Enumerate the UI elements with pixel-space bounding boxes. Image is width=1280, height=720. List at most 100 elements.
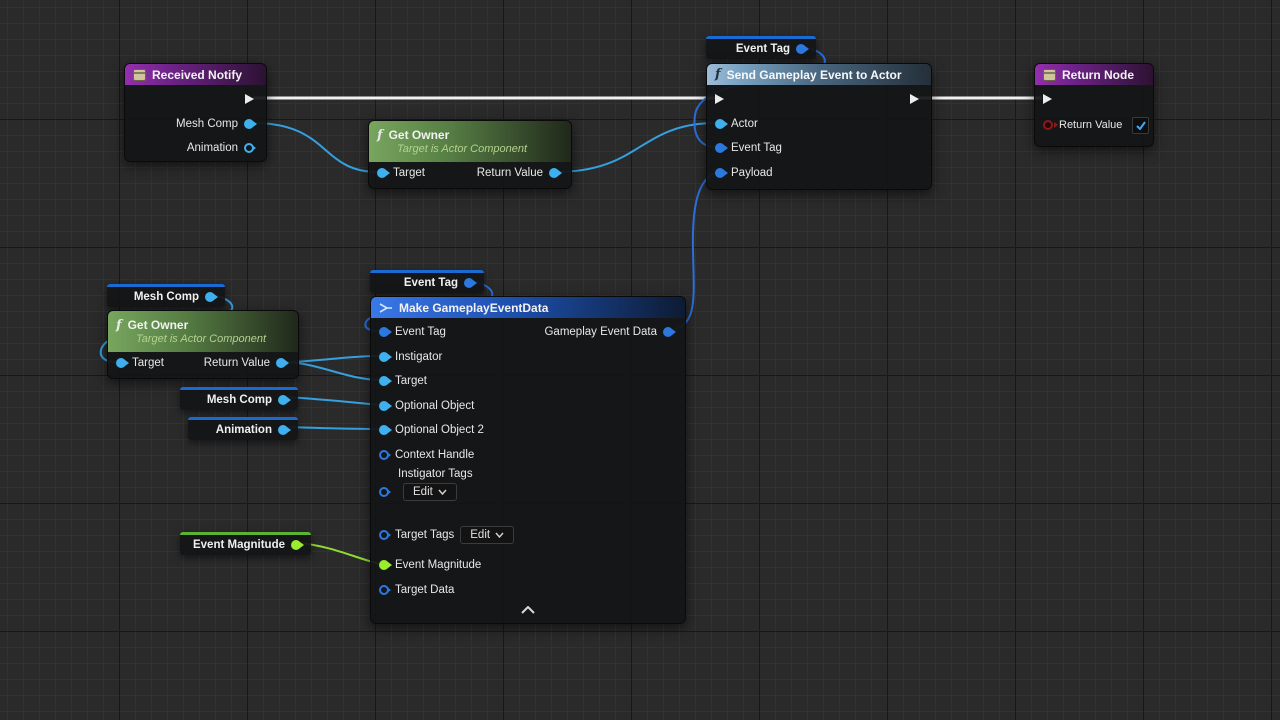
node-title: Send Gameplay Event to Actor bbox=[727, 68, 902, 82]
make-gameplay-event-data-header[interactable]: Make GameplayEventData bbox=[371, 297, 685, 318]
target-in-row: Target bbox=[379, 370, 427, 392]
pin-label: Target Tags bbox=[395, 529, 454, 541]
pin-label: Return Value bbox=[1059, 119, 1122, 131]
mesh-comp-getter-2[interactable]: Mesh Comp bbox=[180, 387, 298, 410]
target-pin[interactable] bbox=[116, 358, 126, 368]
function-icon: f bbox=[715, 68, 721, 81]
return-value-bool-pin[interactable] bbox=[1043, 120, 1053, 130]
target-pin[interactable] bbox=[379, 376, 389, 386]
event-tag-pin[interactable] bbox=[379, 327, 389, 337]
node-subtitle: Target is Actor Component bbox=[116, 333, 266, 345]
variable-label: Animation bbox=[216, 424, 272, 436]
target-data-pin[interactable] bbox=[379, 585, 389, 595]
node-title: Make GameplayEventData bbox=[399, 301, 548, 315]
node-subtitle: Target is Actor Component bbox=[377, 143, 527, 155]
return-value-pin[interactable] bbox=[549, 168, 559, 178]
animation-getter[interactable]: Animation bbox=[188, 417, 298, 440]
mesh-comp-pin[interactable] bbox=[244, 119, 254, 129]
optional-object-2-pin[interactable] bbox=[379, 425, 389, 435]
node-title: Get Owner bbox=[389, 128, 450, 142]
mesh-comp-out-row: Mesh Comp bbox=[176, 113, 254, 135]
target-tags-pin[interactable] bbox=[379, 530, 389, 540]
blueprint-graph-canvas[interactable]: Received Notify Mesh Comp Animation f Ge… bbox=[0, 0, 1280, 720]
node-title: Get Owner bbox=[128, 318, 189, 332]
context-handle-pin[interactable] bbox=[379, 450, 389, 460]
return-value-row: Return Value bbox=[1043, 114, 1149, 136]
edit-label: Edit bbox=[413, 486, 433, 498]
exec-in-row bbox=[1043, 88, 1052, 110]
mesh-comp-getter-1[interactable]: Mesh Comp bbox=[107, 284, 225, 307]
get-owner-left-node[interactable]: f Get Owner Target is Actor Component Ta… bbox=[107, 310, 299, 379]
pin-label: Target Data bbox=[395, 584, 454, 596]
event-magnitude-pin[interactable] bbox=[379, 560, 389, 570]
check-icon bbox=[1136, 121, 1146, 130]
received-notify-header[interactable]: Received Notify bbox=[125, 64, 266, 85]
node-title: Received Notify bbox=[152, 68, 242, 82]
variable-label: Mesh Comp bbox=[207, 394, 272, 406]
chevron-down-icon bbox=[438, 489, 447, 495]
actor-pin[interactable] bbox=[715, 119, 725, 129]
make-gameplay-event-data-node[interactable]: Make GameplayEventData Event Tag Gamepla… bbox=[370, 296, 686, 624]
send-gameplay-event-header[interactable]: f Send Gameplay Event to Actor bbox=[707, 64, 931, 85]
event-tag-in-row: Event Tag bbox=[715, 137, 782, 159]
wire-meshcomp-to-getowner-target bbox=[253, 123, 378, 172]
instigator-tags-pin[interactable] bbox=[379, 487, 389, 497]
instigator-in-row: Instigator bbox=[379, 346, 442, 368]
pin-label: Mesh Comp bbox=[176, 118, 238, 130]
return-node-header[interactable]: Return Node bbox=[1035, 64, 1153, 85]
chevron-down-icon bbox=[495, 532, 504, 538]
exec-out-pin[interactable] bbox=[245, 94, 254, 104]
animation-pin[interactable] bbox=[244, 143, 254, 153]
collapse-node-button[interactable] bbox=[521, 601, 535, 619]
variable-label: Event Tag bbox=[736, 43, 790, 55]
payload-pin[interactable] bbox=[715, 168, 725, 178]
get-owner-top-node[interactable]: f Get Owner Target is Actor Component Ta… bbox=[368, 120, 572, 189]
get-owner-top-header[interactable]: f Get Owner Target is Actor Component bbox=[369, 121, 571, 162]
return-value-pin[interactable] bbox=[276, 358, 286, 368]
pin-label: Return Value bbox=[477, 167, 543, 179]
event-box-icon bbox=[1043, 69, 1056, 81]
return-value-checkbox[interactable] bbox=[1132, 117, 1149, 134]
mesh-comp-out-pin[interactable] bbox=[205, 292, 215, 302]
send-gameplay-event-node[interactable]: f Send Gameplay Event to Actor Actor Eve… bbox=[706, 63, 932, 190]
event-magnitude-getter[interactable]: Event Magnitude bbox=[180, 532, 311, 555]
target-tags-edit-button[interactable]: Edit bbox=[460, 526, 514, 544]
event-tag-out-pin[interactable] bbox=[464, 278, 474, 288]
event-magnitude-in-row: Event Magnitude bbox=[379, 554, 481, 576]
wire-returnvalue-to-instigator bbox=[288, 356, 380, 362]
target-pin[interactable] bbox=[377, 168, 387, 178]
received-notify-node[interactable]: Received Notify Mesh Comp Animation bbox=[124, 63, 267, 162]
event-tag-pin[interactable] bbox=[715, 143, 725, 153]
variable-label: Event Magnitude bbox=[193, 539, 285, 551]
gameplay-event-data-pin[interactable] bbox=[663, 327, 673, 337]
event-tag-in-row: Event Tag bbox=[379, 321, 446, 343]
get-owner-left-header[interactable]: f Get Owner Target is Actor Component bbox=[108, 311, 298, 352]
event-magnitude-out-pin[interactable] bbox=[291, 540, 301, 550]
wire-eventmagnitude bbox=[300, 543, 380, 564]
target-in-row: Target bbox=[377, 162, 425, 184]
event-tag-out-pin[interactable] bbox=[796, 44, 806, 54]
instigator-tags-edit-button[interactable]: Edit bbox=[403, 483, 457, 501]
payload-in-row: Payload bbox=[715, 162, 773, 184]
pin-label: Event Magnitude bbox=[395, 559, 481, 571]
exec-in-pin[interactable] bbox=[1043, 94, 1052, 104]
exec-out-pin[interactable] bbox=[910, 94, 919, 104]
animation-out-pin[interactable] bbox=[278, 425, 288, 435]
event-tag-getter-mid[interactable]: Event Tag bbox=[370, 270, 484, 293]
pin-label: Target bbox=[395, 375, 427, 387]
return-value-row: Return Value bbox=[477, 162, 559, 184]
exec-in-pin[interactable] bbox=[715, 94, 724, 104]
animation-out-row: Animation bbox=[187, 137, 254, 159]
mesh-comp-out-pin[interactable] bbox=[278, 395, 288, 405]
pin-label: Animation bbox=[187, 142, 238, 154]
pin-label: Return Value bbox=[204, 357, 270, 369]
instigator-tags-in-row: Edit bbox=[379, 481, 457, 503]
return-node[interactable]: Return Node Return Value bbox=[1034, 63, 1154, 147]
optional-object-pin[interactable] bbox=[379, 401, 389, 411]
instigator-tags-label: Instigator Tags bbox=[398, 468, 473, 480]
exec-out-row bbox=[910, 88, 919, 110]
instigator-pin[interactable] bbox=[379, 352, 389, 362]
target-in-row: Target bbox=[116, 352, 164, 374]
pin-label: Context Handle bbox=[395, 449, 474, 461]
event-tag-getter-top[interactable]: Event Tag bbox=[706, 36, 816, 59]
